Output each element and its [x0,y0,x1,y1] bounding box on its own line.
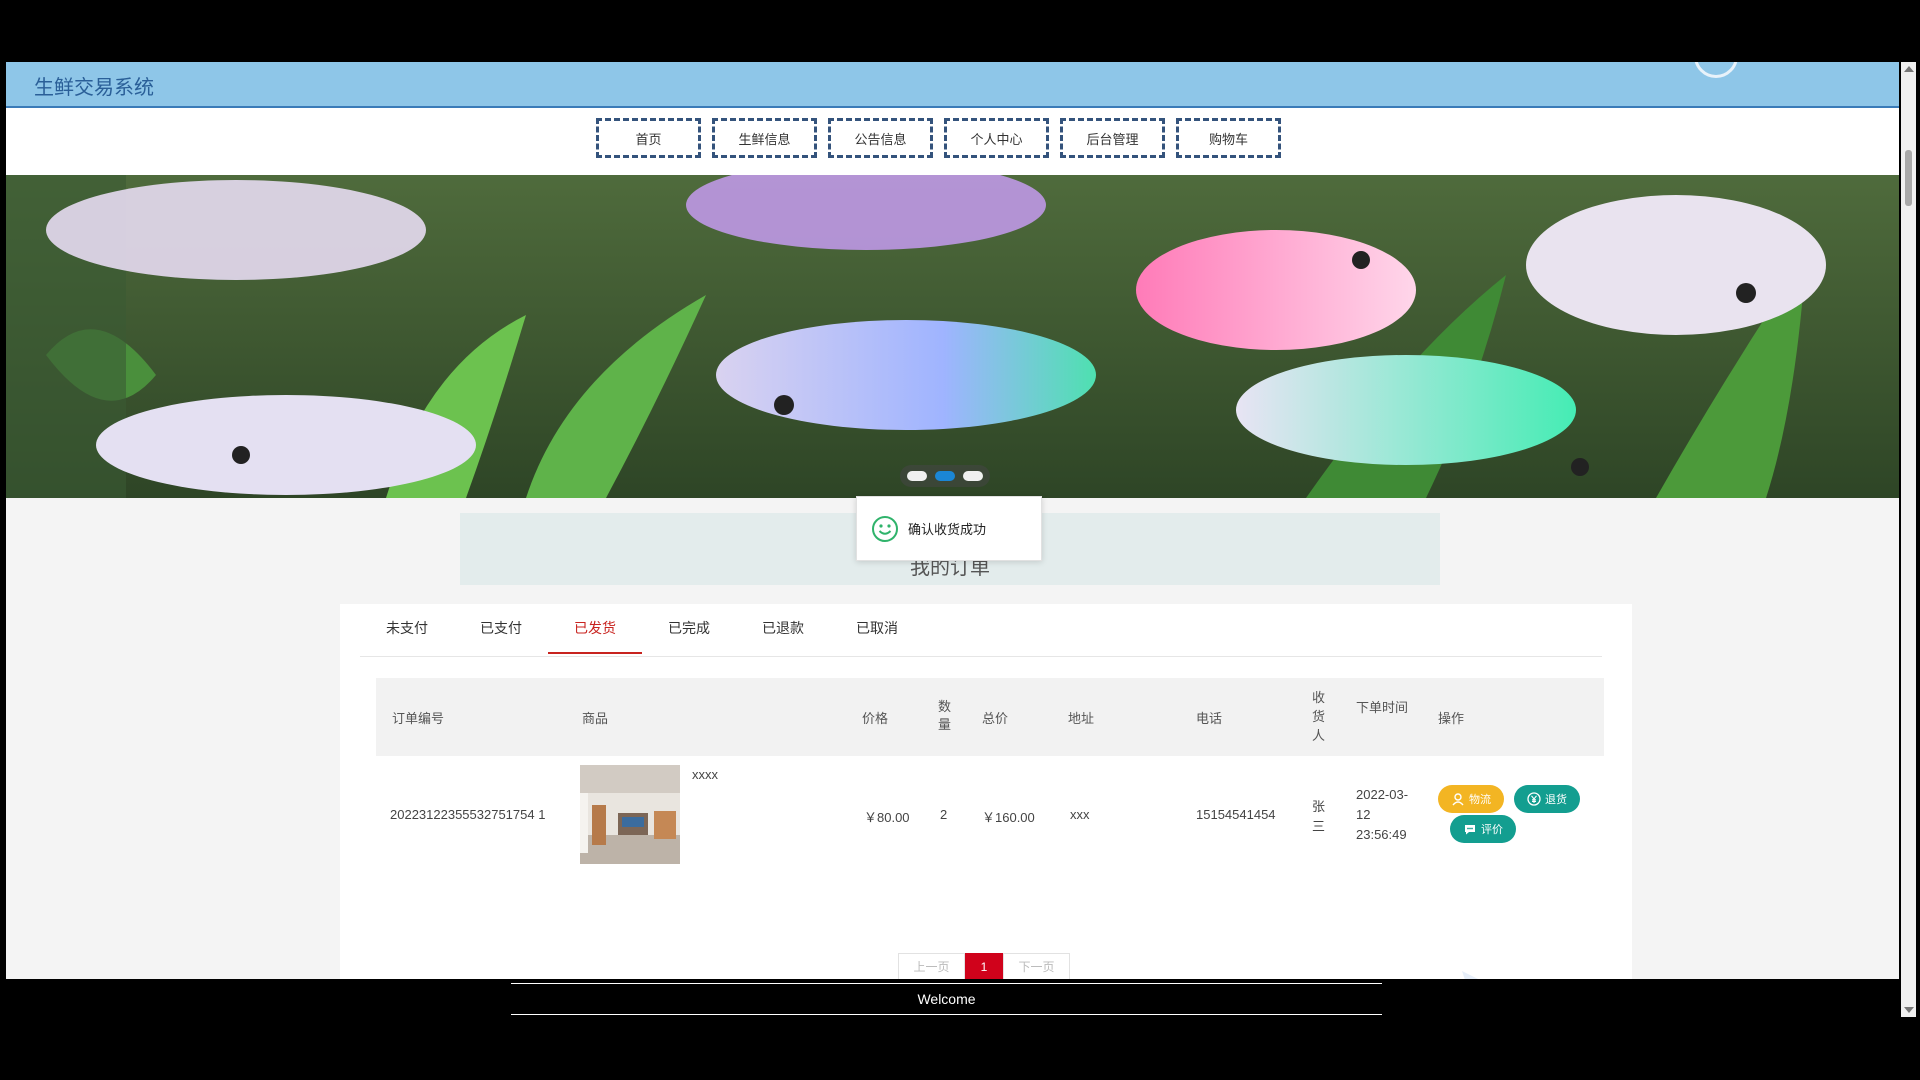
prev-page-button[interactable]: 上一页 [898,953,965,979]
next-page-button[interactable]: 下一页 [1003,953,1070,979]
nav-home[interactable]: 首页 [596,118,701,158]
table-row: 20223122355532751754 1 xxxx ￥80.00 2 ￥16… [376,757,1604,877]
tab-completed[interactable]: 已完成 [642,604,736,654]
smile-icon [872,515,898,542]
scroll-down-icon[interactable] [1904,1007,1914,1013]
play-logo-icon [1462,971,1478,979]
tab-cancelled[interactable]: 已取消 [830,604,924,654]
carousel-dot-3[interactable] [963,471,983,481]
main-nav: 首页 生鲜信息 公告信息 个人中心 后台管理 购物车 [596,118,1281,158]
receiver-value: 张三 [1312,799,1326,834]
qty-value: 2 [940,807,948,822]
site-title: 生鲜交易系统 [34,77,154,99]
footer-divider-top [511,983,1382,984]
col-product: 商品 [582,711,609,726]
product-thumbnail[interactable] [580,765,680,864]
carousel-dot-2[interactable] [935,471,955,481]
scroll-up-icon[interactable] [1904,66,1914,72]
tab-unpaid[interactable]: 未支付 [360,604,454,654]
tab-paid[interactable]: 已支付 [454,604,548,654]
logistics-button[interactable]: 物流 [1438,785,1504,813]
phone-value: 15154541454 [1196,807,1276,822]
product-name: xxxx [692,767,718,782]
tab-shipped[interactable]: 已发货 [548,604,642,654]
yen-icon [1527,792,1541,806]
col-receiver: 收货人 [1312,690,1326,743]
order-time-value: 2022-03-12 23:56:49 [1356,787,1409,842]
order-status-tabs: 未支付 已支付 已发货 已完成 已退款 已取消 [360,604,1602,657]
toast-message: 确认收货成功 [908,522,987,537]
scrollbar-thumb[interactable] [1905,150,1912,206]
order-number: 20223122355532751754 1 [390,807,546,822]
table-header: 订单编号 商品 价格 数量 总价 地址 电话 收货人 下单时间 操作 [376,678,1604,756]
user-avatar-ring[interactable] [1694,62,1738,78]
address-value: xxx [1070,807,1090,822]
page-scrollbar[interactable] [1901,62,1916,1017]
tab-refunded[interactable]: 已退款 [736,604,830,654]
browser-viewport: 生鲜交易系统 首页 生鲜信息 公告信息 个人中心 后台管理 购物车 我的订单 确… [6,62,1899,979]
footer-divider-bottom [511,1014,1382,1015]
page-1-button[interactable]: 1 [965,953,1003,979]
user-icon [1452,793,1464,806]
review-label: 评价 [1481,824,1503,836]
total-value: ￥160.00 [982,810,1035,825]
nav-personal-center[interactable]: 个人中心 [944,118,1049,158]
col-phone: 电话 [1196,711,1223,726]
chat-icon [1465,825,1475,835]
orders-panel: 未支付 已支付 已发货 已完成 已退款 已取消 订单编号 商品 价格 数量 总价… [340,604,1632,979]
watermark-text: 剪辑 [1644,975,1760,979]
nav-fresh-info[interactable]: 生鲜信息 [712,118,817,158]
carousel-dot-1[interactable] [907,471,927,481]
col-order-no: 订单编号 [392,711,445,726]
refund-label: 退货 [1545,794,1567,806]
col-operations: 操作 [1438,711,1465,726]
col-price: 价格 [862,711,889,726]
col-order-time: 下单时间 [1356,700,1409,715]
price-value: ￥80.00 [864,810,910,825]
product-image [580,765,680,864]
col-address: 地址 [1068,711,1095,726]
nav-cart[interactable]: 购物车 [1176,118,1281,158]
col-total: 总价 [982,711,1009,726]
success-toast: 确认收货成功 [856,496,1042,561]
banner-carousel[interactable] [6,175,1899,498]
pagination: 上一页 1 下一页 [898,953,1070,979]
site-header: 生鲜交易系统 [6,62,1899,108]
footer-welcome: Welcome [917,991,976,1007]
nav-notice-info[interactable]: 公告信息 [828,118,933,158]
review-button[interactable]: 评价 [1450,815,1516,843]
banner-image [6,175,1899,498]
nav-admin[interactable]: 后台管理 [1060,118,1165,158]
refund-button[interactable]: 退货 [1514,785,1580,813]
carousel-indicators [900,465,990,487]
logistics-label: 物流 [1469,794,1491,806]
video-editor-watermark: 剪辑 [1458,967,1528,979]
col-qty: 数量 [938,699,952,732]
nav-area: 首页 生鲜信息 公告信息 个人中心 后台管理 购物车 [6,108,1899,176]
